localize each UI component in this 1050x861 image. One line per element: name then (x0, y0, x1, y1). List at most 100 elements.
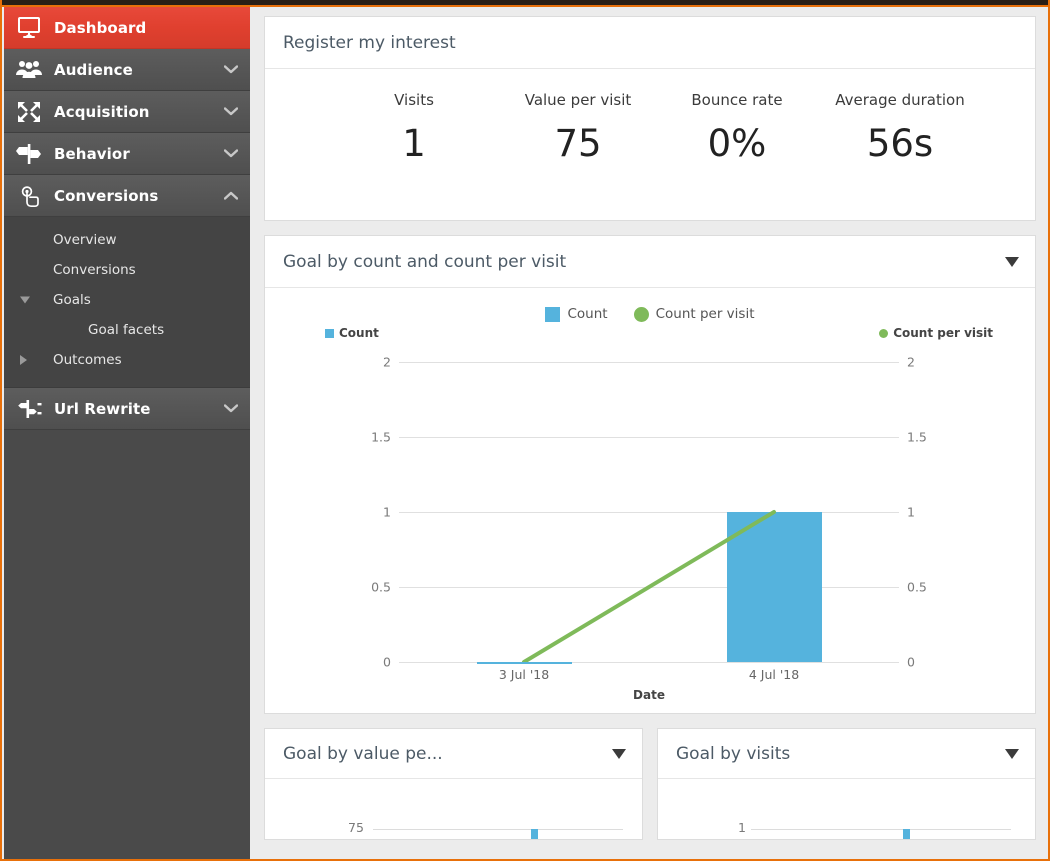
sidebar-subitem-label: Overview (53, 232, 117, 248)
chart-plot-region: Count Count per visit Count Count per vi… (265, 288, 1035, 713)
chart-card-header: Goal by count and count per visit (265, 236, 1035, 288)
dashboard-monitor-icon (4, 16, 54, 40)
inward-arrows-icon (4, 100, 54, 124)
chevron-down-icon[interactable] (212, 65, 250, 74)
sidebar-item-label: Conversions (54, 186, 159, 205)
kpi-value: 0% (707, 122, 767, 165)
legend-swatch-square-icon (545, 306, 561, 322)
sidebar-item-label: Dashboard (54, 18, 147, 37)
mini-y-tick-label: 75 (348, 820, 364, 835)
goal-by-visits-card: Goal by visits 1 (657, 728, 1036, 840)
app-window: Dashboard Audience Acquisition Behavior … (0, 0, 1050, 861)
sidebar-subitem-goals[interactable]: Goals (4, 285, 250, 315)
sidebar-item-label: Acquisition (54, 102, 150, 121)
y-axis-left-tick: 0 (383, 654, 391, 670)
chart-gridline (399, 662, 899, 663)
kpi-value: 1 (402, 122, 426, 165)
mini-chart-visits: 1 (658, 779, 1035, 839)
sidebar-subitem-label: Goal facets (88, 322, 165, 338)
sidebar-subitem-conversions[interactable]: Conversions (4, 255, 250, 285)
kpi-bounce-rate: Bounce rate 0% (659, 91, 815, 162)
chevron-down-icon[interactable] (212, 404, 250, 413)
kpi-value: 56s (866, 122, 934, 165)
bottom-cards-row: Goal by value pe... 75 Goal by visits 1 (264, 728, 1036, 854)
conversions-submenu: Overview Conversions Goals Goal facets O… (4, 217, 250, 388)
legend-item-count[interactable]: Count (545, 306, 608, 322)
kpi-card: Register my interest Visits 1 Value per … (264, 16, 1036, 221)
legend-label: Count per visit (655, 306, 755, 322)
sidebar-subitem-goal-facets[interactable]: Goal facets (4, 315, 250, 345)
axis-swatch-circle-icon (879, 328, 889, 338)
y-axis-left-label: Count (339, 326, 379, 340)
chevron-down-icon[interactable] (1005, 748, 1019, 759)
page-title: Register my interest (283, 32, 456, 53)
kpi-average-duration: Average duration 56s (815, 91, 985, 162)
card-header: Goal by visits (658, 729, 1035, 779)
x-axis-title: Date (633, 688, 665, 702)
main-content: Register my interest Visits 1 Value per … (250, 7, 1048, 859)
card-title: Goal by visits (676, 743, 791, 764)
chart-card-title: Goal by count and count per visit (283, 251, 567, 272)
mini-chart-value-per-visit: 75 (265, 779, 642, 839)
legend-swatch-circle-icon (633, 306, 649, 322)
legend-item-count-per-visit[interactable]: Count per visit (633, 306, 755, 322)
mini-gridline (751, 829, 1011, 830)
chevron-down-icon[interactable] (212, 149, 250, 158)
y-axis-right-title: Count per visit (879, 326, 993, 340)
kpi-label: Bounce rate (691, 91, 783, 109)
sidebar-item-behavior[interactable]: Behavior (4, 133, 250, 175)
people-group-icon (4, 59, 54, 81)
chart-line[interactable] (522, 510, 776, 662)
y-axis-right-tick: 1 (907, 504, 915, 520)
sidebar-subitem-label: Goals (53, 292, 91, 308)
chart-plot-area: 0 0 0.5 0.5 1 1 1.5 1.5 2 2 3 Jul '18 4 Jul '18 (371, 355, 927, 683)
kpi-card-header: Register my interest (265, 17, 1035, 69)
sidebar-subitem-label: Conversions (53, 262, 136, 278)
sidebar-item-acquisition[interactable]: Acquisition (4, 91, 250, 133)
mini-bar (903, 829, 910, 839)
sidebar-item-label: Url Rewrite (54, 399, 151, 418)
y-axis-right-tick: 1.5 (907, 429, 927, 445)
hand-pointer-icon (4, 184, 54, 208)
y-axis-right-tick: 0 (907, 654, 915, 670)
chevron-up-icon[interactable] (212, 191, 250, 200)
sidebar-item-label: Audience (54, 60, 133, 79)
y-axis-left-tick: 1 (383, 504, 391, 520)
chart-line-series (522, 510, 776, 662)
sidebar-item-conversions[interactable]: Conversions (4, 175, 250, 217)
sidebar-subitem-outcomes[interactable]: Outcomes (4, 345, 250, 375)
goal-count-chart-card: Goal by count and count per visit Count … (264, 235, 1036, 714)
chart-bar[interactable] (476, 662, 572, 664)
kpi-label: Value per visit (524, 91, 632, 109)
sidebar-subitem-overview[interactable]: Overview (4, 225, 250, 255)
chevron-down-icon[interactable] (612, 748, 626, 759)
card-header: Goal by value pe... (265, 729, 642, 779)
sidebar-navigation: Dashboard Audience Acquisition Behavior … (4, 7, 250, 859)
y-axis-left-tick: 1.5 (371, 429, 391, 445)
legend-label: Count (567, 306, 608, 322)
sidebar-item-url-rewrite[interactable]: Url Rewrite (4, 388, 250, 430)
chevron-down-icon[interactable] (1005, 256, 1019, 267)
y-axis-left-tick: 2 (383, 354, 391, 370)
goal-by-value-per-visit-card: Goal by value pe... 75 (264, 728, 643, 840)
kpi-label: Average duration (835, 91, 965, 109)
sidebar-item-dashboard[interactable]: Dashboard (4, 7, 250, 49)
mini-y-tick-label: 1 (738, 820, 746, 835)
chevron-down-icon[interactable] (212, 107, 250, 116)
chart-legend: Count Count per visit (265, 306, 1035, 322)
x-axis-tick: 4 Jul '18 (748, 667, 800, 682)
y-axis-right-label: Count per visit (893, 326, 993, 340)
orange-accent-bar (2, 5, 1048, 7)
axis-swatch-square-icon (325, 328, 334, 338)
sidebar-item-audience[interactable]: Audience (4, 49, 250, 91)
y-axis-left-tick: 0.5 (371, 579, 391, 595)
url-rewrite-icon (4, 397, 54, 421)
triangle-down-icon[interactable] (20, 296, 30, 304)
kpi-metrics-row: Visits 1 Value per visit 75 Bounce rate … (265, 69, 1035, 220)
card-title: Goal by value pe... (283, 743, 443, 764)
kpi-value: 75 (554, 122, 602, 165)
triangle-right-icon[interactable] (20, 355, 27, 365)
kpi-visits: Visits 1 (331, 91, 497, 162)
kpi-value-per-visit: Value per visit 75 (497, 91, 659, 162)
mini-bar (531, 829, 538, 839)
